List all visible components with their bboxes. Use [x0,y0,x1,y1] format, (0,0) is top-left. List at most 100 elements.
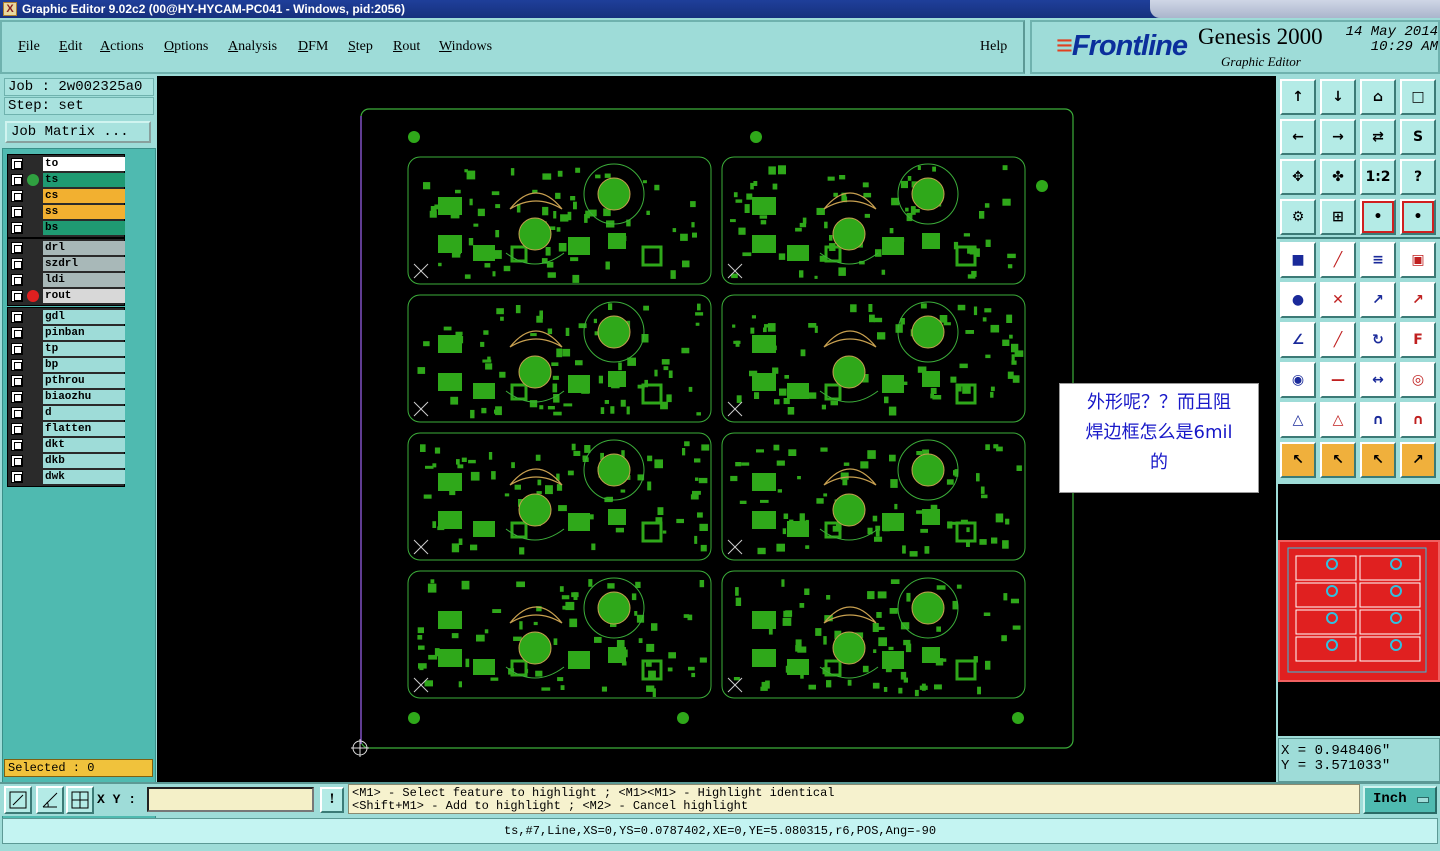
s-curve-button[interactable]: S [1400,119,1436,155]
layer-row-pthrou[interactable]: pthrou [9,373,125,389]
menu-windows[interactable]: Windows [439,39,492,55]
angle-line-button[interactable]: ∠ [1280,322,1316,358]
layer-name[interactable]: biaozhu [43,390,125,404]
menu-help[interactable]: Help [980,39,1007,55]
add-pad-button[interactable]: ■ [1280,242,1316,278]
arch-tool-button[interactable]: ∩ [1360,402,1396,438]
layer-name[interactable]: tp [43,342,125,356]
layer-row-cs[interactable]: cs [9,188,125,204]
select-box-button[interactable]: ↖ [1320,442,1356,478]
layer-row-dkt[interactable]: dkt [9,437,125,453]
layer-checkbox[interactable] [11,407,23,419]
layer-checkbox[interactable] [11,311,23,323]
layer-checkbox[interactable] [11,439,23,451]
layer-name[interactable]: dwk [43,470,125,484]
layer-name[interactable]: szdrl [43,257,125,271]
job-matrix-button[interactable]: Job Matrix ... [5,121,151,143]
layer-row-szdrl[interactable]: szdrl [9,256,125,272]
diagonal-line-button[interactable]: ╱ [1320,322,1356,358]
arch-tool-2-button[interactable]: ∩ [1400,402,1436,438]
menu-rout[interactable]: Rout [393,39,420,55]
layer-checkbox[interactable] [11,174,23,186]
pad-node-button[interactable]: ◉ [1280,362,1316,398]
menu-edit[interactable]: Edit [59,39,82,55]
add-ruler-button[interactable]: ≡ [1360,242,1396,278]
fit-view-button[interactable]: □ [1400,79,1436,115]
layer-row-gdl[interactable]: gdl [9,309,125,325]
expand-button[interactable]: ✥ [1280,159,1316,195]
layer-name[interactable]: pinban [43,326,125,340]
menu-step[interactable]: Step [348,39,373,55]
layer-down-button[interactable]: ↓ [1320,79,1356,115]
select-edit-button[interactable]: ↖ [1360,442,1396,478]
unit-selector[interactable]: Inch [1363,786,1437,814]
layer-checkbox[interactable] [11,222,23,234]
select-net-button[interactable]: ↗ [1400,442,1436,478]
center-view-button[interactable]: ✤ [1320,159,1356,195]
triangle-add-button[interactable]: △ [1280,402,1316,438]
window-controls[interactable] [1150,0,1440,18]
move-left-button[interactable]: ← [1280,119,1316,155]
settings-tools-button[interactable]: ⚙ [1280,199,1316,235]
layer-name[interactable]: cs [43,189,125,203]
layer-name[interactable]: bs [43,221,125,235]
layer-name[interactable]: dkb [43,454,125,468]
swap-view-button[interactable]: ⇄ [1360,119,1396,155]
layer-name[interactable]: pthrou [43,374,125,388]
layer-checkbox[interactable] [11,274,23,286]
add-line-button[interactable]: ╱ [1320,242,1356,278]
layer-checkbox[interactable] [11,258,23,270]
layer-checkbox[interactable] [11,242,23,254]
layer-name[interactable]: ts [43,173,125,187]
layer-checkbox[interactable] [11,206,23,218]
layer-row-pinban[interactable]: pinban [9,325,125,341]
layer-row-biaozhu[interactable]: biaozhu [9,389,125,405]
layer-checkbox[interactable] [11,343,23,355]
home-view-button[interactable]: ⌂ [1360,79,1396,115]
measure-button[interactable] [36,786,64,814]
layer-checkbox[interactable] [11,471,23,483]
layer-name[interactable]: d [43,406,125,420]
ring-pad-button[interactable]: ◎ [1400,362,1436,398]
layer-checkbox[interactable] [11,158,23,170]
layer-row-dwk[interactable]: dwk [9,469,125,485]
layer-row-ts[interactable]: ts [9,172,125,188]
layer-row-tp[interactable]: tp [9,341,125,357]
xy-input[interactable] [147,787,314,812]
layer-row-bp[interactable]: bp [9,357,125,373]
layer-name[interactable]: dkt [43,438,125,452]
snap-red-button[interactable]: • [1360,199,1396,235]
panel-overview-preview[interactable] [1278,540,1440,682]
add-surface-button[interactable]: ▣ [1400,242,1436,278]
layer-checkbox[interactable] [11,359,23,371]
layer-row-ldi[interactable]: ldi [9,272,125,288]
layer-name[interactable]: drl [43,241,125,255]
layer-row-rout[interactable]: rout [9,288,125,304]
grid-view-button[interactable]: ⊞ [1320,199,1356,235]
move-right-button[interactable]: → [1320,119,1356,155]
layer-name[interactable]: flatten [43,422,125,436]
menu-analysis[interactable]: Analysis [228,39,277,55]
arc-rotate-button[interactable]: ↻ [1360,322,1396,358]
layer-name[interactable]: ldi [43,273,125,287]
layer-checkbox[interactable] [11,375,23,387]
layer-row-d[interactable]: d [9,405,125,421]
layer-checkbox[interactable] [11,327,23,339]
grid-snap-button[interactable] [66,786,94,814]
layer-name[interactable]: bp [43,358,125,372]
layer-name[interactable]: ss [43,205,125,219]
triangle-edit-button[interactable]: △ [1320,402,1356,438]
layer-row-dkb[interactable]: dkb [9,453,125,469]
move-node-button[interactable]: ↗ [1360,282,1396,318]
layer-row-bs[interactable]: bs [9,220,125,236]
hint-button[interactable]: ! [320,787,344,813]
cross-delete-button[interactable]: ✕ [1320,282,1356,318]
menu-dfm[interactable]: DFM [298,39,328,55]
snap-red-2-button[interactable]: • [1400,199,1436,235]
layer-up-button[interactable]: ↑ [1280,79,1316,115]
layer-name[interactable]: rout [43,289,125,303]
mirror-f-button[interactable]: F [1400,322,1436,358]
measure-box-button[interactable]: ↔ [1360,362,1396,398]
layer-row-flatten[interactable]: flatten [9,421,125,437]
select-arrow-button[interactable]: ↖ [1280,442,1316,478]
